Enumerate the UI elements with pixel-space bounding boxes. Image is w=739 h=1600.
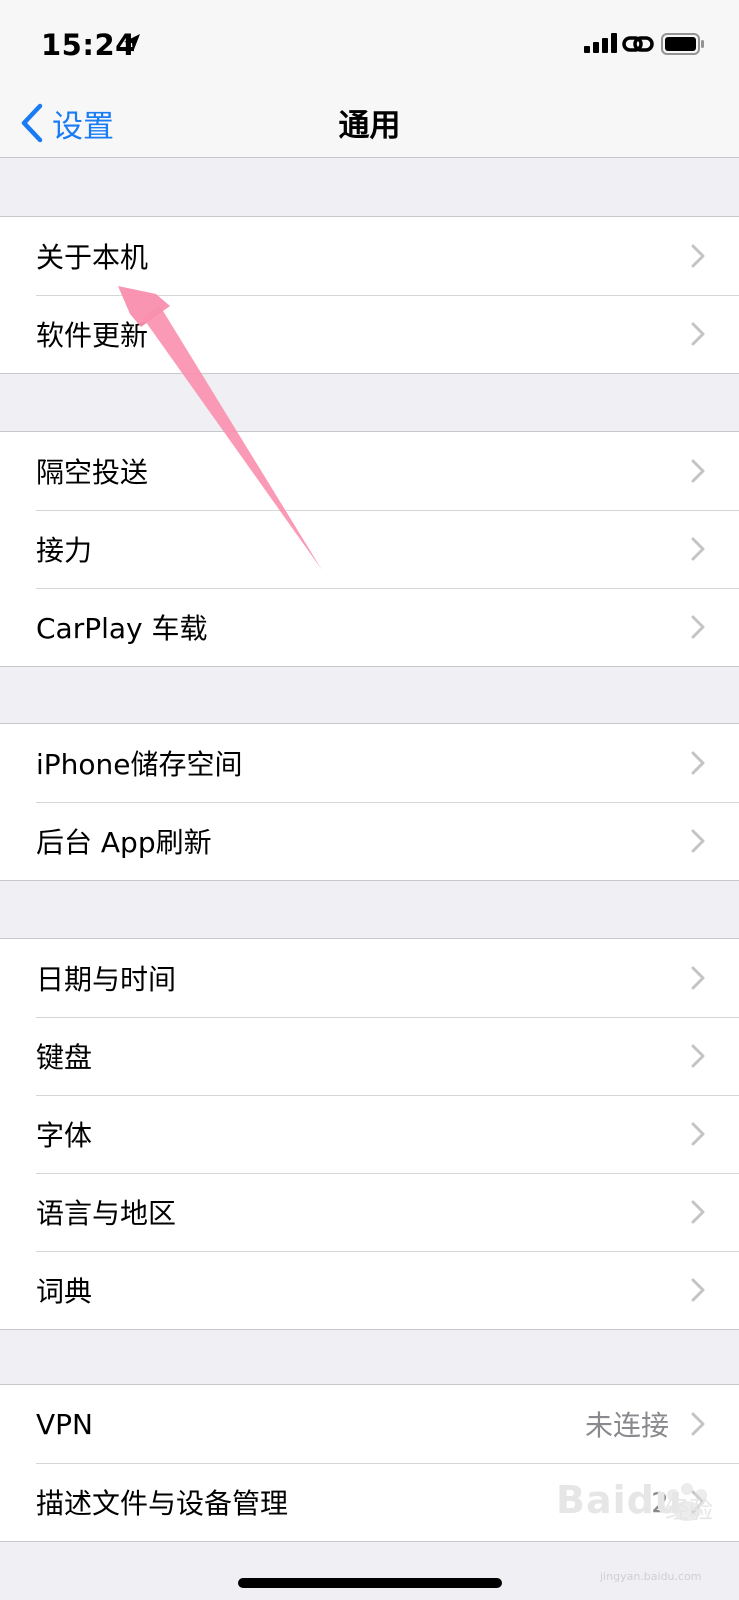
watermark-url: jingyan.baidu.com xyxy=(600,1570,702,1583)
chevron-right-icon xyxy=(691,244,705,268)
settings-row-software-update[interactable]: 软件更新 xyxy=(0,295,739,373)
chevron-right-icon xyxy=(691,1122,705,1146)
settings-row-fonts[interactable]: 字体 xyxy=(0,1095,739,1173)
chevron-right-icon xyxy=(691,829,705,853)
cellular-signal-icon xyxy=(584,33,617,53)
row-label: 后台 App刷新 xyxy=(36,826,212,859)
settings-row-keyboard[interactable]: 键盘 xyxy=(0,1017,739,1095)
settings-row-about[interactable]: 关于本机 xyxy=(0,217,739,295)
home-indicator[interactable] xyxy=(238,1578,502,1588)
row-label: 描述文件与设备管理 xyxy=(36,1487,289,1520)
watermark-brand: Baidu xyxy=(556,1478,683,1522)
settings-row-vpn[interactable]: VPN 未连接 xyxy=(0,1385,739,1463)
chevron-right-icon xyxy=(691,537,705,561)
settings-row-airdrop[interactable]: 隔空投送 xyxy=(0,432,739,510)
battery-icon xyxy=(661,33,704,55)
settings-row-background-app-refresh[interactable]: 后台 App刷新 xyxy=(0,802,739,880)
chevron-right-icon xyxy=(691,459,705,483)
chevron-right-icon xyxy=(691,1278,705,1302)
settings-row-date-time[interactable]: 日期与时间 xyxy=(0,939,739,1017)
row-label: 软件更新 xyxy=(36,319,149,352)
settings-row-dictionary[interactable]: 词典 xyxy=(0,1251,739,1329)
settings-group-storage: iPhone储存空间 后台 App刷新 xyxy=(0,723,739,881)
row-label: 字体 xyxy=(36,1119,93,1152)
chevron-right-icon xyxy=(691,1200,705,1224)
settings-row-language-region[interactable]: 语言与地区 xyxy=(0,1173,739,1251)
row-label: CarPlay 车载 xyxy=(36,612,208,645)
settings-row-carplay[interactable]: CarPlay 车载 xyxy=(0,588,739,666)
status-bar: 15:24 xyxy=(0,0,739,88)
row-label: 语言与地区 xyxy=(36,1197,177,1230)
page-title: 通用 xyxy=(338,108,401,144)
settings-group-connectivity: 隔空投送 接力 CarPlay 车载 xyxy=(0,431,739,667)
chevron-right-icon xyxy=(691,322,705,346)
row-label: 关于本机 xyxy=(36,241,149,274)
navigation-bar: 设置 通用 xyxy=(0,88,739,158)
settings-group-locale: 日期与时间 键盘 字体 语言与地区 词典 xyxy=(0,938,739,1330)
personal-hotspot-link-icon xyxy=(622,36,654,52)
chevron-right-icon xyxy=(691,751,705,775)
chevron-right-icon xyxy=(691,1044,705,1068)
vpn-status-value: 未连接 xyxy=(584,1409,669,1442)
row-label: 词典 xyxy=(36,1275,93,1308)
row-label: 日期与时间 xyxy=(36,963,177,996)
row-label: 隔空投送 xyxy=(36,456,149,489)
settings-row-iphone-storage[interactable]: iPhone储存空间 xyxy=(0,724,739,802)
row-label: 接力 xyxy=(36,534,93,567)
row-label: VPN xyxy=(36,1407,93,1441)
location-arrow-icon xyxy=(124,34,140,52)
settings-group-device: 关于本机 软件更新 xyxy=(0,216,739,374)
row-label: iPhone储存空间 xyxy=(36,748,243,781)
settings-row-handoff[interactable]: 接力 xyxy=(0,510,739,588)
chevron-right-icon xyxy=(691,966,705,990)
chevron-right-icon xyxy=(691,1412,705,1436)
watermark-sub: 经验 xyxy=(665,1496,713,1524)
chevron-right-icon xyxy=(691,615,705,639)
row-label: 键盘 xyxy=(36,1041,93,1074)
